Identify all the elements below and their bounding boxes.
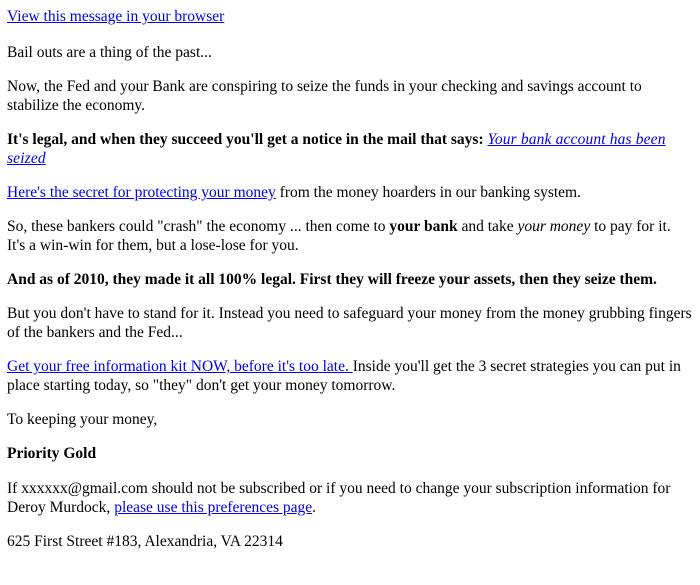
free-information-kit-link[interactable]: Get your free information kit NOW, befor… [7,358,353,375]
paragraph-info-kit: Get your free information kit NOW, befor… [7,357,692,395]
paragraph-closing: To keeping your money, [7,411,158,428]
paragraph-fed-conspiring: Now, the Fed and your Bank are conspirin… [7,78,642,114]
crash-part2: and take [457,218,518,235]
unsubscribe-text-part2: . [312,499,317,516]
paragraph-stand-for-it: But you don't have to stand for it. Inst… [7,305,692,341]
paragraph-secret: Here's the secret for protecting your mo… [7,183,692,202]
crash-part1: So, these bankers could "crash" the econ… [7,218,390,235]
paragraph-its-legal: It's legal, and when they succeed you'll… [7,130,692,168]
paragraph-unsubscribe: If xxxxxx@gmail.com should not be subscr… [7,479,692,517]
your-bank-bold: your bank [389,218,458,235]
protecting-your-money-link[interactable]: Here's the secret for protecting your mo… [7,184,276,201]
view-in-browser-link[interactable]: View this message in your browser [7,8,224,25]
signature-priority-gold: Priority Gold [7,445,97,462]
unsubscribe-text-part1: If xxxxxx@gmail.com should not be subscr… [7,480,671,516]
paragraph-2010-legal: And as of 2010, they made it all 100% le… [7,271,657,288]
your-money-italic: your money [517,218,591,235]
view-in-browser-line: View this message in your browser [7,7,692,26]
email-body: View this message in your browser Bail o… [0,0,700,551]
paragraph-bankers-crash: So, these bankers could "crash" the econ… [7,217,692,255]
preferences-page-link[interactable]: please use this preferences page [114,499,312,516]
secret-rest-text: from the money hoarders in our banking s… [275,184,581,201]
paragraph-bail-outs: Bail outs are a thing of the past... [7,44,212,61]
its-legal-bold-lead: It's legal, and when they succeed you'll… [7,131,484,148]
mailing-address: 625 First Street #183, Alexandria, VA 22… [7,533,283,550]
